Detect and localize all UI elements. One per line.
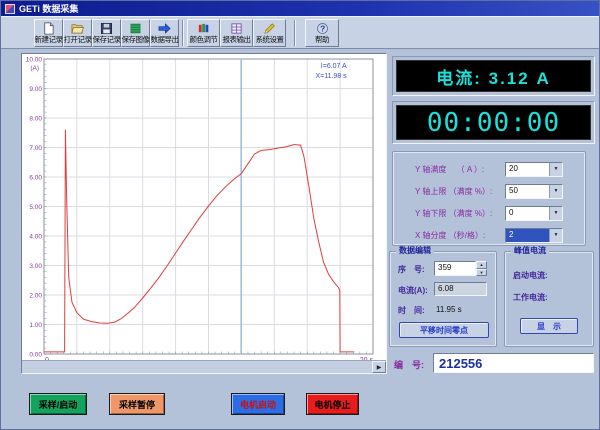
current-display-frame: 电流: 3.12 A xyxy=(392,56,595,96)
report-output-button[interactable]: 报表输出 xyxy=(220,19,253,47)
open-record-icon xyxy=(71,22,84,35)
save-image-label: 保存图像 xyxy=(122,36,150,44)
svg-text:4.00: 4.00 xyxy=(29,234,42,241)
save-image-icon xyxy=(129,22,142,35)
motor-stop-button[interactable]: 电机停止 xyxy=(306,393,359,415)
svg-text:10.00: 10.00 xyxy=(26,57,43,64)
help-button[interactable]: ? 帮助 xyxy=(305,19,339,47)
svg-text:(A): (A) xyxy=(30,65,39,72)
save-record-button[interactable]: 保存记录 xyxy=(92,19,121,47)
svg-text:1.00: 1.00 xyxy=(29,322,42,329)
open-record-button[interactable]: 打开记录 xyxy=(63,19,92,47)
start-current-label: 启动电流: xyxy=(513,270,548,281)
y-upper-limit-select[interactable]: 50 ▼ xyxy=(505,184,563,199)
sequence-stepper[interactable]: 359 ▲ ▼ xyxy=(434,261,487,276)
save-record-label: 保存记录 xyxy=(93,36,121,44)
new-record-icon xyxy=(42,22,55,35)
svg-text:6.00: 6.00 xyxy=(29,175,42,182)
svg-text:5.00: 5.00 xyxy=(29,204,42,211)
serial-number-field[interactable]: 212556 xyxy=(433,353,594,373)
current-a-field[interactable]: 6.08 xyxy=(434,282,487,296)
svg-text:9.00: 9.00 xyxy=(29,86,42,93)
show-peak-button[interactable]: 显 示 xyxy=(520,318,578,334)
export-data-icon xyxy=(158,22,171,35)
color-adjust-label: 颜色调节 xyxy=(190,36,218,44)
svg-text:X=11.98 s: X=11.98 s xyxy=(315,73,347,80)
spin-up-icon[interactable]: ▲ xyxy=(476,261,487,269)
time-value: 11.95 s xyxy=(436,305,462,314)
y-upper-limit-label: Y 轴上限 （满度 %）: xyxy=(415,186,492,197)
title-bar: GETi 数据采集 xyxy=(1,1,600,16)
open-record-label: 打开记录 xyxy=(64,36,92,44)
export-data-button[interactable]: 数据导出 xyxy=(150,19,179,47)
system-settings-label: 系统设置 xyxy=(256,36,284,44)
timer-display-frame: 00:00:00 xyxy=(392,101,595,144)
svg-text:?: ? xyxy=(320,24,325,34)
y-full-scale-select[interactable]: 20 ▼ xyxy=(505,162,563,177)
time-label: 时 间: xyxy=(398,305,425,316)
svg-text:I=6.07 A: I=6.07 A xyxy=(321,63,347,70)
y-full-scale-label: Y 轴满度 （ A ）: xyxy=(415,164,484,175)
svg-text:7.00: 7.00 xyxy=(29,145,42,152)
report-output-label: 报表输出 xyxy=(223,36,251,44)
sample-start-button[interactable]: 采样/启动 xyxy=(29,393,87,415)
current-display: 电流: 3.12 A xyxy=(396,60,591,92)
svg-text:3.00: 3.00 xyxy=(29,263,42,270)
app-window: GETi 数据采集 新建记录 打开记录 保存记录 保存图像 xyxy=(0,0,600,430)
new-record-label: 新建记录 xyxy=(35,36,63,44)
peak-current-group: 峰值电流 启动电流: 工作电流: 显 示 xyxy=(504,251,594,347)
y-lower-limit-select[interactable]: 0 ▼ xyxy=(505,206,563,221)
x-division-label: X 轴分度 （秒/格）: xyxy=(415,230,485,241)
spin-down-icon[interactable]: ▼ xyxy=(476,269,487,277)
chevron-down-icon[interactable]: ▼ xyxy=(549,207,562,220)
scrollbar-track[interactable] xyxy=(22,361,372,373)
sequence-value[interactable]: 359 xyxy=(434,261,476,276)
toolbar-separator xyxy=(182,20,184,46)
chevron-down-icon[interactable]: ▼ xyxy=(549,163,562,176)
peak-current-title: 峰值电流 xyxy=(511,246,549,256)
toolbar-separator xyxy=(294,20,296,46)
save-record-icon xyxy=(100,22,113,35)
motor-start-button[interactable]: 电机启动 xyxy=(231,393,285,415)
help-label: 帮助 xyxy=(315,36,329,44)
sample-pause-button[interactable]: 采样暂停 xyxy=(109,393,165,415)
work-current-label: 工作电流: xyxy=(513,292,548,303)
help-icon: ? xyxy=(316,22,329,35)
window-title: GETi 数据采集 xyxy=(19,2,78,15)
chevron-down-icon[interactable]: ▼ xyxy=(549,229,562,242)
system-settings-icon xyxy=(263,22,276,35)
scroll-right-arrow-icon[interactable]: ▶ xyxy=(372,361,386,373)
current-vs-time-chart[interactable]: 0.00 1.00 2.00 3.00 4.00 5.00 6.00 7.00 8.00 9.00… xyxy=(22,54,386,360)
chart-panel: 0.00 1.00 2.00 3.00 4.00 5.00 6.00 7.00 8.00 9.00… xyxy=(21,53,387,374)
svg-text:2.00: 2.00 xyxy=(29,293,42,300)
report-output-icon xyxy=(230,22,243,35)
serial-number-label: 编 号: xyxy=(394,358,424,371)
timer-display: 00:00:00 xyxy=(396,105,591,140)
system-settings-button[interactable]: 系统设置 xyxy=(253,19,286,47)
shift-time-zero-button[interactable]: 平移时间零点 xyxy=(399,322,489,338)
toolbar: 新建记录 打开记录 保存记录 保存图像 数据导出 xyxy=(1,16,600,49)
data-edit-title: 数据编辑 xyxy=(396,246,434,256)
color-adjust-icon xyxy=(197,22,210,35)
current-a-label: 电流(A): xyxy=(398,285,428,296)
y-lower-limit-label: Y 轴下限 （满度 %）: xyxy=(415,208,492,219)
export-data-label: 数据导出 xyxy=(151,36,179,44)
x-division-select[interactable]: 2 ▼ xyxy=(505,228,563,243)
chart-horizontal-scrollbar[interactable]: ▶ xyxy=(22,360,386,373)
chevron-down-icon[interactable]: ▼ xyxy=(549,185,562,198)
svg-text:0.00: 0.00 xyxy=(29,352,42,359)
axis-settings-group: Y 轴满度 （ A ）: 20 ▼ Y 轴上限 （满度 %）: 50 ▼ Y 轴… xyxy=(392,151,586,246)
data-edit-group: 数据编辑 序 号: 359 ▲ ▼ 电流(A): 6.08 时 间: 11.95… xyxy=(389,251,497,347)
new-record-button[interactable]: 新建记录 xyxy=(34,19,63,47)
color-adjust-button[interactable]: 颜色调节 xyxy=(187,19,220,47)
svg-text:8.00: 8.00 xyxy=(29,116,42,123)
sequence-label: 序 号: xyxy=(398,264,425,275)
save-image-button[interactable]: 保存图像 xyxy=(121,19,150,47)
app-icon xyxy=(5,4,15,14)
